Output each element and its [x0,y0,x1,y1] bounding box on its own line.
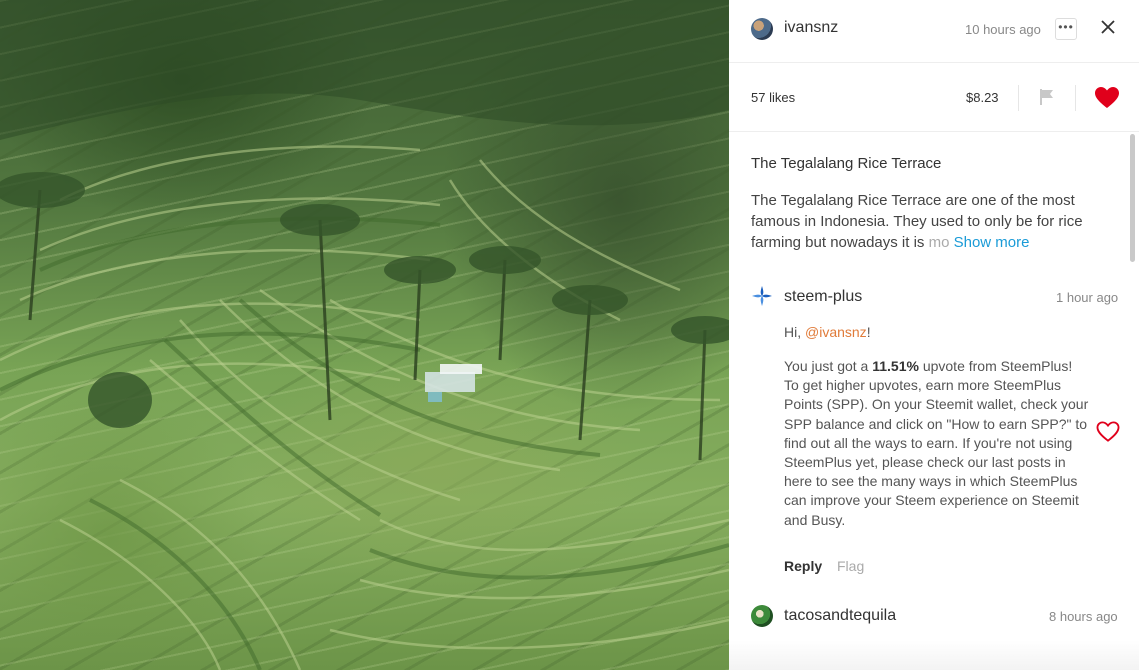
post-body-text: The Tegalalang Rice Terrace are one of t… [751,192,1083,251]
post-body: The Tegalalang Rice Terrace are one of t… [751,190,1096,253]
comment-text-after: upvote from SteemPlus! To get higher upv… [784,358,1089,528]
heart-icon[interactable] [1094,86,1120,110]
comment-time: 1 hour ago [1056,290,1119,305]
divider [1018,85,1019,111]
post-time: 10 hours ago [965,22,1041,37]
post-photo[interactable] [0,0,729,670]
mention-link[interactable]: @ivansnz [805,324,867,340]
author-avatar[interactable] [751,18,773,40]
post-detail-panel: ivansnz 10 hours ago ••• 57 likes $8.23 … [729,0,1139,670]
hut-shape [425,364,482,402]
greeting-suffix: ! [866,324,871,340]
upvote-percentage: 11.51% [872,358,919,374]
reply-button[interactable]: Reply [784,558,822,574]
post-stats-bar: 57 likes $8.23 [729,63,1139,132]
more-options-button[interactable]: ••• [1055,18,1077,40]
scrollbar-thumb[interactable] [1130,134,1135,262]
comment-time: 8 hours ago [1049,609,1118,624]
show-more-link[interactable]: Show more [954,234,1030,251]
post-header: ivansnz 10 hours ago ••• [729,0,1139,63]
comment-body: You just got a 11.51% upvote from SteemP… [784,357,1089,530]
comment-author[interactable]: tacosandtequila [784,607,896,625]
flag-icon[interactable] [1038,88,1056,106]
greeting-prefix: Hi, [784,324,805,340]
steemplus-logo-icon[interactable] [751,285,773,307]
commenter-avatar[interactable] [751,605,773,627]
post-title: The Tegalalang Rice Terrace [751,155,942,172]
comment-heart-icon[interactable] [1096,421,1120,443]
scroll-fade [729,640,1139,670]
flag-comment-button[interactable]: Flag [837,558,864,574]
comment-text-before: You just got a [784,358,873,374]
more-icon: ••• [1058,20,1074,34]
comment-author[interactable]: steem-plus [784,288,862,306]
comment-greeting: Hi, @ivansnz! [784,324,871,340]
payout-value[interactable]: $8.23 [966,90,999,105]
rice-terrace-illustration [0,0,729,670]
close-icon[interactable] [1098,17,1118,37]
divider [1075,85,1076,111]
post-body-fade: mo [928,234,950,251]
author-username[interactable]: ivansnz [784,19,838,37]
likes-count[interactable]: 57 likes [751,90,795,105]
